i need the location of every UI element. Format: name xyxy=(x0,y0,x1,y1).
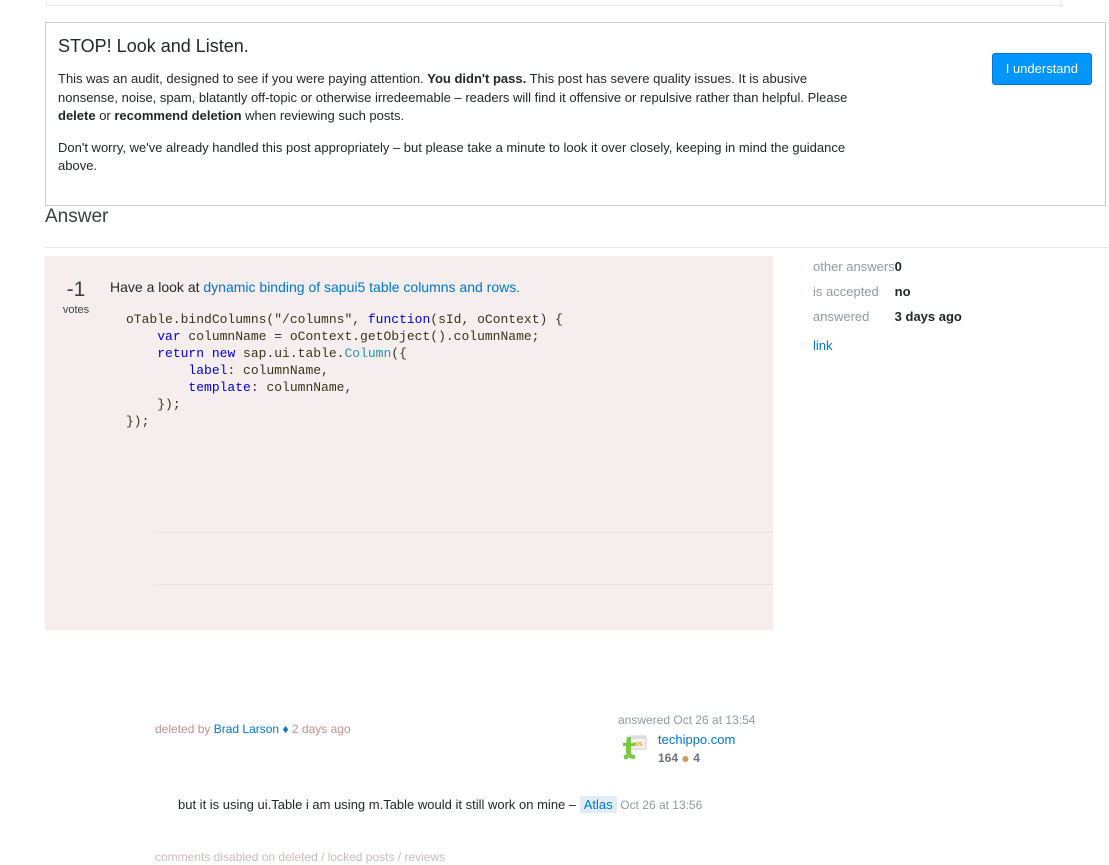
techippo-avatar-icon[interactable]: ws xyxy=(618,731,650,763)
code-l3-b: ({ xyxy=(391,346,407,361)
comment-timestamp: Oct 26 at 13:56 xyxy=(620,798,703,812)
deleted-when: 2 days ago xyxy=(291,722,351,736)
code-l2-a: columnName = oContext.getObject().column… xyxy=(180,329,540,344)
table-row: answered 3 days ago xyxy=(813,309,962,334)
author-reputation: 164 ● 4 xyxy=(658,750,735,766)
post-stats-sidebar: other answers 0 is accepted no answered … xyxy=(813,259,1043,353)
post-link[interactable]: link xyxy=(813,338,833,353)
code-l4-a: : columnName, xyxy=(227,363,329,378)
stat-value-other-answers: 0 xyxy=(894,259,902,274)
answer-section-heading: Answer xyxy=(45,206,109,227)
audit-p1-part-c: or xyxy=(95,108,115,123)
audit-p1-part-a: This was an audit, designed to see if yo… xyxy=(58,71,428,86)
code-l5-property: template xyxy=(188,380,251,395)
bronze-badge-icon: ● xyxy=(681,750,690,766)
code-l3-type: Column xyxy=(344,346,392,361)
answer-post: -1 votes Have a look at dynamic binding … xyxy=(45,256,773,864)
vote-label: votes xyxy=(62,304,90,316)
comment-row: but it is using ui.Table i am using m.Ta… xyxy=(178,796,702,814)
stats-table-body: other answers 0 is accepted no answered … xyxy=(813,259,962,334)
stat-key-answered: answered xyxy=(813,309,870,324)
reputation-value: 164 xyxy=(658,751,679,765)
comment-user-link[interactable]: Atlas xyxy=(579,796,617,813)
vote-cell: -1 votes xyxy=(45,278,107,317)
post-cell: Have a look at dynamic binding of sapui5… xyxy=(110,278,773,430)
audit-title: STOP! Look and Listen. xyxy=(58,36,249,56)
comments-disabled-notice: comments disabled on deleted / locked po… xyxy=(155,850,446,864)
top-partial-panel xyxy=(46,0,1062,6)
post-signature-row: deleted by Brad Larson ♦ 2 days ago answ… xyxy=(110,712,773,776)
comment-separator-bottom xyxy=(155,584,773,585)
stats-table: other answers 0 is accepted no answered … xyxy=(813,259,962,334)
audit-p1-bold-2: delete xyxy=(58,108,96,123)
table-row: other answers 0 xyxy=(813,259,962,284)
deleted-by-notice: deleted by Brad Larson ♦ 2 days ago xyxy=(155,721,351,737)
stat-key-is-accepted: is accepted xyxy=(813,284,879,299)
deleted-by-prefix: deleted by xyxy=(155,722,214,736)
moderator-diamond-icon: ♦ xyxy=(282,722,289,736)
code-l3-a: sap.ui.table. xyxy=(235,346,345,361)
comment-separator-top xyxy=(155,532,773,533)
code-block: oTable.bindColumns("/columns", function(… xyxy=(126,311,773,430)
answerer-user-card: answered Oct 26 at 13:54 ws techippo.com… xyxy=(618,712,778,766)
user-info: ws techippo.com 164 ● 4 xyxy=(618,731,778,766)
code-l1-a: oTable.bindColumns( xyxy=(126,312,275,327)
audit-p1-bold-3: recommend deletion xyxy=(114,108,242,123)
user-text: techippo.com 164 ● 4 xyxy=(658,731,735,766)
code-l5-a: : columnName, xyxy=(250,380,353,395)
code-l4-property: label xyxy=(188,363,228,378)
post-body-prefix: Have a look at xyxy=(110,279,204,295)
audit-paragraph-1: This was an audit, designed to see if yo… xyxy=(58,70,858,126)
code-l6: }); xyxy=(157,397,181,412)
post-body-link[interactable]: dynamic binding of sapui5 table columns … xyxy=(203,279,520,295)
code-l1-string: "/columns" xyxy=(274,312,353,327)
stat-key-other-answers: other answers xyxy=(813,259,895,274)
i-understand-button[interactable]: I understand xyxy=(991,53,1092,85)
stat-value-answered: 3 days ago xyxy=(894,309,962,324)
stats-link-row: link xyxy=(813,338,1043,353)
author-name-link[interactable]: techippo.com xyxy=(658,732,735,748)
comment-text: but it is using ui.Table i am using m.Ta… xyxy=(178,797,580,812)
deleted-by-user-link[interactable]: Brad Larson xyxy=(214,722,279,736)
vote-count: -1 xyxy=(66,278,86,301)
code-l3-keyword-new: new xyxy=(211,346,236,361)
audit-p1-bold-1: You didn't pass. xyxy=(427,71,527,86)
stat-value-is-accepted: no xyxy=(894,284,911,299)
answer-section-divider xyxy=(45,247,1108,248)
code-l1-c: (sId, oContext) { xyxy=(430,312,563,327)
code-l3-keyword-return: return xyxy=(157,346,205,361)
audit-p1-part-d: when reviewing such posts. xyxy=(241,108,405,123)
code-l1-b: , xyxy=(352,312,368,327)
code-l7: }); xyxy=(126,414,150,429)
answered-timestamp: answered Oct 26 at 13:54 xyxy=(618,713,756,727)
code-l2-keyword: var xyxy=(157,329,181,344)
table-row: is accepted no xyxy=(813,284,962,309)
audit-paragraph-2: Don't worry, we've already handled this … xyxy=(58,139,846,174)
post-body-text: Have a look at dynamic binding of sapui5… xyxy=(110,278,773,297)
code-l1-keyword: function xyxy=(367,312,431,327)
audit-notice-box: STOP! Look and Listen. This was an audit… xyxy=(45,22,1106,206)
bronze-badge-count: 4 xyxy=(693,751,700,765)
